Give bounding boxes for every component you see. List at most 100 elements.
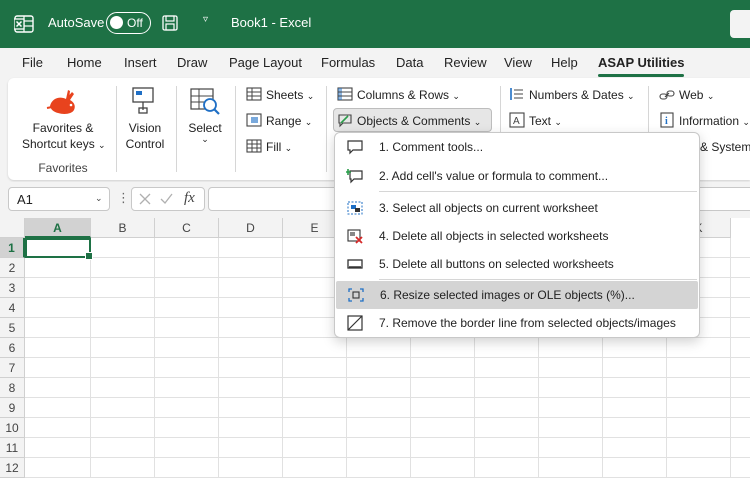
more-options-icon[interactable]: ⋮ [117, 190, 130, 206]
insert-function-icon[interactable]: fx [184, 190, 195, 207]
menu-item-delete-all-buttons[interactable]: 5. Delete all buttons on selected worksh… [335, 250, 699, 278]
search-box[interactable] [730, 10, 750, 38]
ribbon-divider [176, 86, 177, 172]
menu-item-label: 1. Comment tools... [379, 140, 484, 154]
web-button[interactable]: Web ⌄ [679, 88, 714, 102]
menu-item-label: 3. Select all objects on current workshe… [379, 201, 598, 215]
active-cell[interactable] [25, 238, 93, 260]
chevron-down-icon: ⌄ [554, 117, 562, 127]
name-box-value: A1 [17, 192, 33, 207]
column-header-b[interactable]: B [91, 218, 155, 238]
tab-home[interactable]: Home [67, 55, 102, 70]
row-header-7[interactable]: 7 [0, 358, 25, 378]
menu-item-resize-images[interactable]: 6. Resize selected images or OLE objects… [336, 281, 698, 309]
objects-comments-menu: 1. Comment tools... 2. Add cell's value … [334, 132, 700, 338]
toggle-knob [110, 16, 123, 29]
numbers-dates-button[interactable]: Numbers & Dates ⌄ [529, 88, 635, 102]
asap-rabbit-icon [46, 90, 75, 114]
range-label: Range [266, 114, 302, 128]
tab-file[interactable]: File [22, 55, 43, 70]
row-header-5[interactable]: 5 [0, 318, 25, 338]
gridline [218, 238, 219, 478]
menu-item-delete-all-objects[interactable]: 4. Delete all objects in selected worksh… [335, 222, 699, 250]
sheets-label: Sheets [266, 88, 304, 102]
sheets-button[interactable]: Sheets ⌄ [266, 88, 314, 102]
favorites-button-line1[interactable]: Favorites & [18, 121, 108, 135]
tab-view[interactable]: View [504, 55, 532, 70]
row-header-12[interactable]: 12 [0, 458, 25, 478]
svg-text:A: A [513, 116, 520, 127]
fill-button[interactable]: Fill ⌄ [266, 140, 292, 154]
row-header-4[interactable]: 4 [0, 298, 25, 318]
menu-item-remove-border-line[interactable]: 7. Remove the border line from selected … [335, 309, 699, 337]
favorites-button-line2[interactable]: Shortcut keys ⌄ [22, 137, 106, 151]
excel-logo-icon[interactable] [14, 14, 34, 34]
row-header-3[interactable]: 3 [0, 278, 25, 298]
ribbon-divider [235, 86, 236, 172]
objects-comments-icon [338, 114, 352, 128]
objects-comments-label-wrap: Objects & Comments ⌄ [357, 114, 481, 128]
gridline [25, 457, 750, 458]
menu-item-label: 5. Delete all buttons on selected worksh… [379, 257, 614, 271]
menu-item-select-all-objects[interactable]: 3. Select all objects on current workshe… [335, 194, 699, 222]
tab-page-layout[interactable]: Page Layout [229, 55, 302, 70]
menu-item-label: 4. Delete all objects in selected worksh… [379, 229, 609, 243]
gridline [90, 238, 91, 478]
vision-control-icon [132, 87, 154, 114]
column-header-c[interactable]: C [155, 218, 219, 238]
text-label: Text [529, 114, 552, 128]
row-header-11[interactable]: 11 [0, 438, 25, 458]
row-header-2[interactable]: 2 [0, 258, 25, 278]
tab-asap-utilities[interactable]: ASAP Utilities [598, 55, 685, 77]
autosave-state: Off [127, 16, 143, 30]
gridline [282, 238, 283, 478]
information-button[interactable]: Information ⌄ [679, 114, 750, 128]
web-icon [659, 90, 675, 100]
autosave-toggle[interactable]: Off [106, 12, 151, 34]
menu-item-add-cell-value-to-comment[interactable]: 2. Add cell's value or formula to commen… [335, 162, 699, 190]
comment-icon [347, 140, 363, 155]
tab-draw[interactable]: Draw [177, 55, 207, 70]
customize-toolbar-icon[interactable]: ▿ [203, 14, 208, 25]
button-icon [347, 259, 363, 269]
text-button[interactable]: Text ⌄ [529, 114, 562, 128]
range-button[interactable]: Range ⌄ [266, 114, 312, 128]
menu-item-label: 7. Remove the border line from selected … [379, 316, 676, 330]
gridline [154, 238, 155, 478]
tab-formulas[interactable]: Formulas [321, 55, 375, 70]
system-button-label[interactable]: & System [700, 140, 750, 154]
chevron-down-icon: ⌄ [742, 117, 750, 127]
chevron-down-icon: ⌄ [452, 91, 460, 101]
tab-review[interactable]: Review [444, 55, 487, 70]
column-header-d[interactable]: D [219, 218, 283, 238]
columns-rows-button[interactable]: Columns & Rows ⌄ [357, 88, 460, 102]
tab-data[interactable]: Data [396, 55, 423, 70]
chevron-down-icon: ⌄ [473, 117, 482, 127]
columns-rows-icon [337, 87, 353, 101]
row-header-8[interactable]: 8 [0, 378, 25, 398]
select-all-corner[interactable] [0, 218, 25, 238]
row-header-6[interactable]: 6 [0, 338, 25, 358]
chevron-down-icon: ⌄ [306, 91, 315, 101]
information-label: Information [679, 114, 740, 128]
enter-check-icon[interactable] [160, 193, 173, 205]
save-icon[interactable] [162, 15, 178, 31]
tab-help[interactable]: Help [551, 55, 578, 70]
ribbon-divider [326, 86, 327, 172]
row-header-1[interactable]: 1 [0, 238, 25, 258]
select-button[interactable]: Select [180, 121, 230, 135]
name-box[interactable]: A1 ⌄ [8, 187, 110, 211]
row-header-9[interactable]: 9 [0, 398, 25, 418]
menu-item-comment-tools[interactable]: 1. Comment tools... [335, 133, 699, 161]
column-header-a[interactable]: A [25, 218, 91, 238]
vision-control-line1[interactable]: Vision [120, 121, 170, 135]
vision-control-line2[interactable]: Control [120, 137, 170, 151]
svg-text:i: i [665, 116, 668, 127]
tab-insert[interactable]: Insert [124, 55, 157, 70]
chevron-down-icon: ⌄ [284, 143, 293, 153]
cancel-icon[interactable] [139, 193, 151, 205]
chevron-down-icon[interactable]: ⌄ [95, 193, 103, 204]
menu-separator [379, 279, 697, 280]
row-header-10[interactable]: 10 [0, 418, 25, 438]
menu-separator [379, 191, 697, 192]
